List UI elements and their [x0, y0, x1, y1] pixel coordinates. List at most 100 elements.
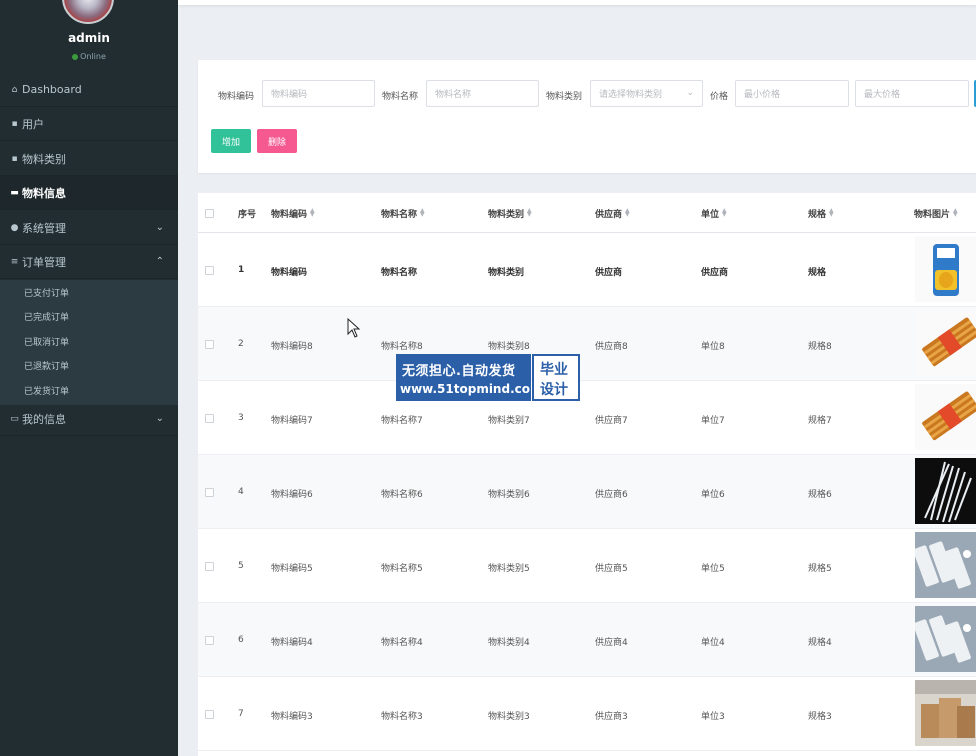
submenu-item-cancelled[interactable]: 已取消订单 [0, 329, 178, 353]
user-name: admin [68, 31, 110, 45]
row-checkbox[interactable] [205, 710, 214, 719]
cell-code: 物料编码4 [271, 638, 313, 648]
sort-icon[interactable]: ▲ ▼ [722, 208, 727, 218]
chopsticks-pack-image[interactable] [915, 310, 976, 376]
table-row[interactable]: 7 物料编码3 物料名称3 物料类别3 供应商3 单位3 规格3 [198, 677, 976, 751]
col-header-code[interactable]: 物料编码 ▲ ▼ [271, 207, 315, 221]
col-header-unit-label: 单位 [701, 210, 720, 220]
max-price-input[interactable]: 最大价格 [855, 80, 969, 107]
cell-code: 物料编码3 [271, 712, 313, 722]
sort-icon[interactable]: ▲ ▼ [420, 208, 425, 218]
add-button[interactable]: 增加 [211, 129, 251, 153]
cell-spec: 规格5 [808, 564, 832, 574]
col-header-image[interactable]: 物料图片 ▲ ▼ [914, 207, 958, 221]
sidebar-item-material-info[interactable]: ▬ 物料信息 [0, 176, 178, 210]
sidebar-item-system-management[interactable]: ● 系统管理 ⌄ [0, 211, 178, 245]
cell-spec: 规格3 [808, 712, 832, 722]
user-status-text: Online [80, 52, 106, 61]
sort-icon[interactable]: ▲ ▼ [625, 208, 630, 218]
home-icon: ⌂ [11, 84, 18, 95]
sidebar-item-dashboard[interactable]: ⌂ Dashboard [0, 73, 178, 107]
sidebar-item-my-info[interactable]: ▭ 我的信息 ⌄ [0, 402, 178, 436]
chopsticks-pack-image[interactable] [915, 384, 976, 450]
col-header-code-label: 物料编码 [271, 210, 308, 220]
cell-unit: 单位5 [701, 564, 725, 574]
chevron-down-icon: ⌄ [155, 413, 164, 424]
table-row[interactable]: 1 物料编码 物料名称 物料类别 供应商 供应商 规格 [198, 233, 976, 307]
watermark-url: www.51topmind.com [400, 382, 543, 396]
cell-supplier: 供应商4 [595, 638, 628, 648]
sort-icon[interactable]: ▲ ▼ [953, 208, 958, 218]
cell-category: 物料类别3 [488, 712, 530, 722]
row-checkbox[interactable] [205, 636, 214, 645]
cutlery-packs-image[interactable] [915, 532, 976, 598]
sort-icon[interactable]: ▲ ▼ [527, 208, 532, 218]
submenu-item-paid[interactable]: 已支付订单 [0, 280, 178, 304]
cell-supplier: 供应商5 [595, 564, 628, 574]
cell-supplier: 供应商3 [595, 712, 628, 722]
sidebar-item-label: 我的信息 [22, 412, 66, 426]
cell-index: 1 [238, 265, 245, 275]
table-row[interactable]: 3 物料编码7 物料名称7 物料类别7 供应商7 单位7 规格7 [198, 381, 976, 455]
cell-spec: 规格 [808, 268, 827, 278]
watermark-banner: 无须担心.自动发货 www.51topmind.com 毕业 设计 [396, 354, 580, 401]
col-header-supplier[interactable]: 供应商 ▲ ▼ [595, 207, 630, 221]
sidebar-item-material-category[interactable]: ▪ 物料类别 [0, 142, 178, 176]
col-header-category[interactable]: 物料类别 ▲ ▼ [488, 207, 532, 221]
row-checkbox[interactable] [205, 414, 214, 423]
user-avatar[interactable] [62, 0, 114, 24]
cell-name: 物料名称 [381, 268, 418, 278]
code-filter-label: 物料编码 [218, 92, 255, 102]
select-all-checkbox[interactable] [205, 209, 214, 218]
rice-bag-image[interactable] [915, 236, 976, 302]
col-header-spec[interactable]: 规格 ▲ ▼ [808, 207, 834, 221]
submenu-item-completed[interactable]: 已完成订单 [0, 304, 178, 328]
cell-name: 物料名称4 [381, 638, 423, 648]
cell-code: 物料编码7 [271, 416, 313, 426]
cutlery-packs-image[interactable] [915, 606, 976, 672]
col-header-image-label: 物料图片 [914, 210, 951, 220]
cell-name: 物料名称3 [381, 712, 423, 722]
sidebar-item-label: 订单管理 [22, 255, 66, 269]
category-select[interactable]: 请选择物料类别 ⌄ [590, 80, 703, 107]
col-header-supplier-label: 供应商 [595, 210, 623, 220]
row-checkbox[interactable] [205, 562, 214, 571]
sidebar-item-order-management[interactable]: ≡ 订单管理 ⌃ [0, 245, 178, 279]
col-header-name[interactable]: 物料名称 ▲ ▼ [381, 207, 425, 221]
sort-icon[interactable]: ▲ ▼ [310, 208, 315, 218]
watermark-right-line1: 毕业 [540, 362, 568, 378]
straws-image[interactable] [915, 458, 976, 524]
paper-bags-image[interactable] [915, 680, 976, 746]
table-row[interactable]: 4 物料编码6 物料名称6 物料类别6 供应商6 单位6 规格6 [198, 455, 976, 529]
table-row[interactable]: 2 物料编码8 物料名称8 物料类别8 供应商8 单位8 规格8 [198, 307, 976, 381]
material-table: 序号 物料编码 ▲ ▼ 物料名称 ▲ ▼ 物料类别 ▲ ▼ 供应商 ▲ ▼ 单位 ▲ ▼ 规格 ▲ ▼ … [198, 193, 976, 756]
sidebar-item-label: 物料信息 [22, 186, 66, 200]
row-checkbox[interactable] [205, 266, 214, 275]
price-filter-label: 价格 [710, 92, 729, 102]
cell-code: 物料编码5 [271, 564, 313, 574]
table-row[interactable]: 5 物料编码5 物料名称5 物料类别5 供应商5 单位5 规格5 [198, 529, 976, 603]
table-row[interactable]: 6 物料编码4 物料名称4 物料类别4 供应商4 单位4 规格4 [198, 603, 976, 677]
cell-category: 物料类别7 [488, 416, 530, 426]
sort-icon[interactable]: ▲ ▼ [829, 208, 834, 218]
sidebar: admin Online ⌂ Dashboard ▪ 用户 ▪ 物料类别 ▬ 物料信息 … [0, 0, 178, 756]
cell-supplier: 供应商8 [595, 342, 628, 352]
code-filter-input[interactable]: 物料编码 [262, 80, 375, 107]
submenu-item-shipped[interactable]: 已发货订单 [0, 378, 178, 402]
name-filter-input[interactable]: 物料名称 [426, 80, 539, 107]
chevron-up-icon: ⌃ [155, 256, 164, 267]
submenu-item-refunded[interactable]: 已退款订单 [0, 353, 178, 377]
cell-spec: 规格8 [808, 342, 832, 352]
col-header-unit[interactable]: 单位 ▲ ▼ [701, 207, 727, 221]
min-price-input[interactable]: 最小价格 [735, 80, 849, 107]
delete-button[interactable]: 删除 [257, 129, 297, 153]
row-checkbox[interactable] [205, 488, 214, 497]
cell-supplier: 供应商 [595, 268, 623, 278]
sidebar-item-users[interactable]: ▪ 用户 [0, 107, 178, 141]
category-filter-label: 物料类别 [546, 92, 583, 102]
cell-unit: 单位4 [701, 638, 725, 648]
row-checkbox[interactable] [205, 340, 214, 349]
grid-icon: ▪ [11, 118, 18, 129]
cell-spec: 规格7 [808, 416, 832, 426]
id-card-icon: ▭ [10, 413, 19, 424]
